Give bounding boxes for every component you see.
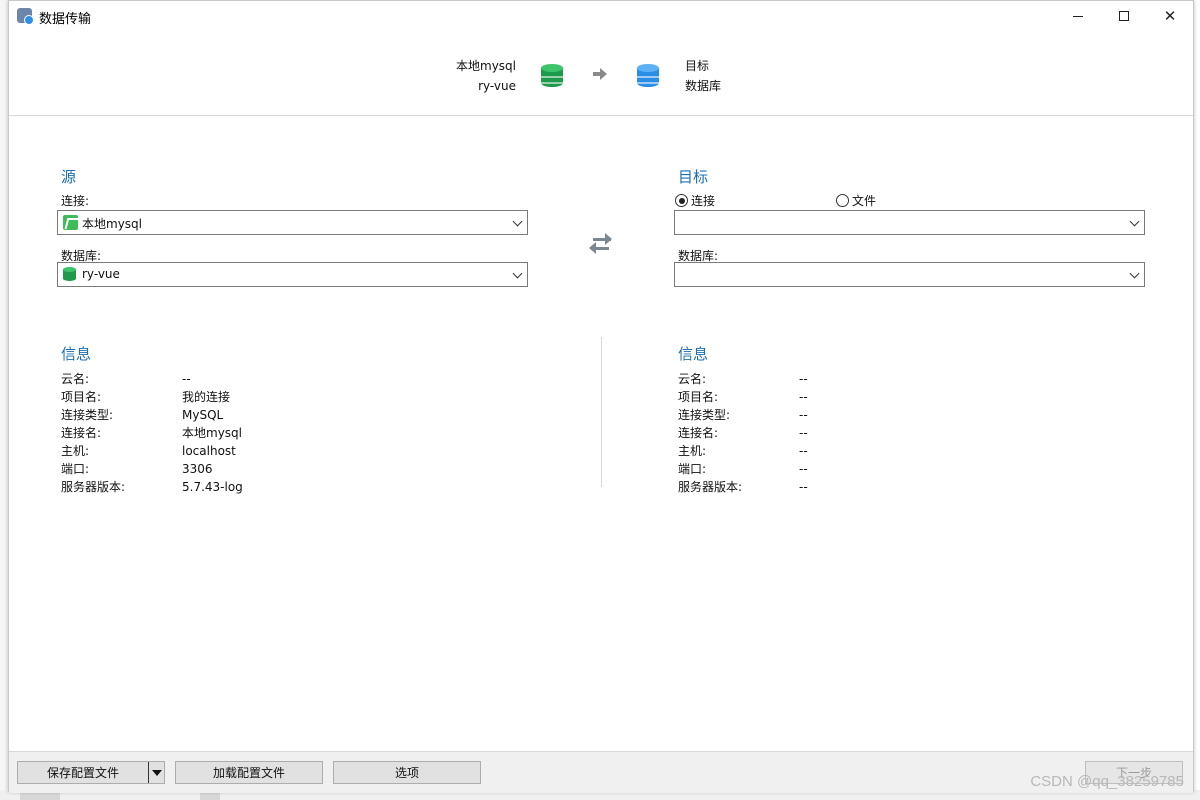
info-value: -- (799, 426, 808, 440)
source-connection-value: 本地mysql (82, 217, 142, 231)
target-database-select[interactable] (674, 262, 1145, 287)
chevron-down-icon (1129, 268, 1140, 279)
info-value: -- (799, 444, 808, 458)
info-value: -- (799, 390, 808, 404)
header-source-text: 本地mysql ry-vue (456, 56, 516, 96)
info-row: 端口: 3306 (61, 460, 361, 478)
maximize-icon (1119, 11, 1129, 21)
transfer-summary-header: 本地mysql ry-vue 目标 数据库 (9, 31, 1193, 116)
info-value: 5.7.43-log (182, 480, 243, 494)
source-info-table: 云名: -- 项目名: 我的连接 连接类型: MySQL 连接名: 本地mysql 主机… (61, 370, 361, 496)
info-key: 连接类型: (678, 408, 731, 422)
info-row: 云名: -- (678, 370, 978, 388)
info-key: 项目名: (61, 390, 102, 404)
info-value: 我的连接 (182, 390, 231, 404)
source-section-title: 源 (61, 168, 77, 186)
close-icon: ✕ (1163, 6, 1177, 25)
info-row: 连接类型: MySQL (61, 406, 361, 424)
data-transfer-window: 数据传输 ✕ 本地mysql ry-vue 目标 数据库 源 连接: 本地mys… (8, 0, 1194, 793)
swap-icon[interactable] (589, 232, 613, 256)
source-connection-label: 连接: (61, 194, 90, 208)
info-row: 项目名: 我的连接 (61, 388, 361, 406)
info-key: 主机: (678, 444, 707, 458)
target-database-icon (637, 64, 659, 90)
info-value: 3306 (182, 462, 213, 476)
info-key: 项目名: (678, 390, 719, 404)
close-button[interactable]: ✕ (1147, 1, 1193, 31)
watermark: CSDN @qq_38259785 (1030, 773, 1184, 790)
save-profile-button[interactable]: 保存配置文件 (17, 761, 165, 784)
info-value: -- (799, 480, 808, 494)
load-profile-label: 加载配置文件 (212, 766, 285, 780)
maximize-button[interactable] (1101, 1, 1147, 31)
info-row: 主机: localhost (61, 442, 361, 460)
info-divider (601, 337, 602, 487)
source-info-title: 信息 (61, 345, 92, 363)
radio-selected-icon (675, 194, 688, 207)
dropdown-arrow-icon[interactable] (148, 762, 164, 783)
info-row: 连接名: -- (678, 424, 978, 442)
info-key: 云名: (61, 372, 90, 386)
info-key: 服务器版本: (678, 480, 743, 494)
header-source-connection: 本地mysql (456, 59, 516, 73)
minimize-icon (1073, 15, 1083, 17)
info-row: 连接类型: -- (678, 406, 978, 424)
info-key: 服务器版本: (61, 480, 126, 494)
info-key: 连接名: (61, 426, 102, 440)
app-icon (17, 8, 34, 25)
save-profile-label: 保存配置文件 (46, 766, 119, 780)
options-label: 选项 (394, 766, 419, 780)
info-value: -- (799, 372, 808, 386)
minimize-button[interactable] (1055, 1, 1101, 31)
info-value: -- (799, 462, 808, 476)
source-database-icon (541, 64, 563, 90)
load-profile-button[interactable]: 加载配置文件 (175, 761, 323, 784)
source-connection-select[interactable]: 本地mysql (57, 210, 528, 235)
info-row: 连接名: 本地mysql (61, 424, 361, 442)
info-key: 连接名: (678, 426, 719, 440)
radio-connection-label: 连接 (691, 194, 716, 208)
info-value: 本地mysql (182, 426, 242, 440)
info-row: 云名: -- (61, 370, 361, 388)
target-section-title: 目标 (678, 168, 709, 186)
options-button[interactable]: 选项 (333, 761, 481, 784)
info-row: 服务器版本: 5.7.43-log (61, 478, 361, 496)
info-key: 端口: (61, 462, 90, 476)
info-key: 端口: (678, 462, 707, 476)
window-title: 数据传输 (39, 12, 92, 27)
title-bar: 数据传输 ✕ (9, 1, 1193, 31)
footer-bar: 保存配置文件 加载配置文件 选项 下一步 (9, 751, 1193, 793)
header-target-database: 数据库 (685, 79, 722, 93)
radio-unselected-icon (836, 194, 849, 207)
mysql-connection-icon (63, 215, 78, 230)
info-row: 主机: -- (678, 442, 978, 460)
info-key: 连接类型: (61, 408, 114, 422)
header-target-label: 目标 (685, 59, 710, 73)
info-value: MySQL (182, 408, 224, 422)
info-value: localhost (182, 444, 236, 458)
target-radio-connection[interactable]: 连接 (675, 192, 715, 209)
transfer-arrow-icon (593, 68, 607, 80)
database-icon (63, 267, 78, 282)
info-row: 项目名: -- (678, 388, 978, 406)
info-key: 云名: (678, 372, 707, 386)
header-target-text: 目标 数据库 (685, 56, 721, 96)
chevron-down-icon (512, 216, 523, 227)
header-source-database: ry-vue (478, 79, 516, 93)
radio-file-label: 文件 (852, 194, 877, 208)
target-info-table: 云名: -- 项目名: -- 连接类型: -- 连接名: -- 主机: -- 端口: -- … (678, 370, 978, 496)
target-connection-select[interactable] (674, 210, 1145, 235)
source-database-select[interactable]: ry-vue (57, 262, 528, 287)
info-value: -- (799, 408, 808, 422)
target-radio-file[interactable]: 文件 (836, 192, 876, 209)
source-database-value: ry-vue (82, 267, 120, 281)
background-app-strip (0, 0, 8, 800)
chevron-down-icon (512, 268, 523, 279)
chevron-down-icon (1129, 216, 1140, 227)
info-row: 服务器版本: -- (678, 478, 978, 496)
target-info-title: 信息 (678, 345, 709, 363)
info-row: 端口: -- (678, 460, 978, 478)
info-value: -- (182, 372, 191, 386)
info-key: 主机: (61, 444, 90, 458)
